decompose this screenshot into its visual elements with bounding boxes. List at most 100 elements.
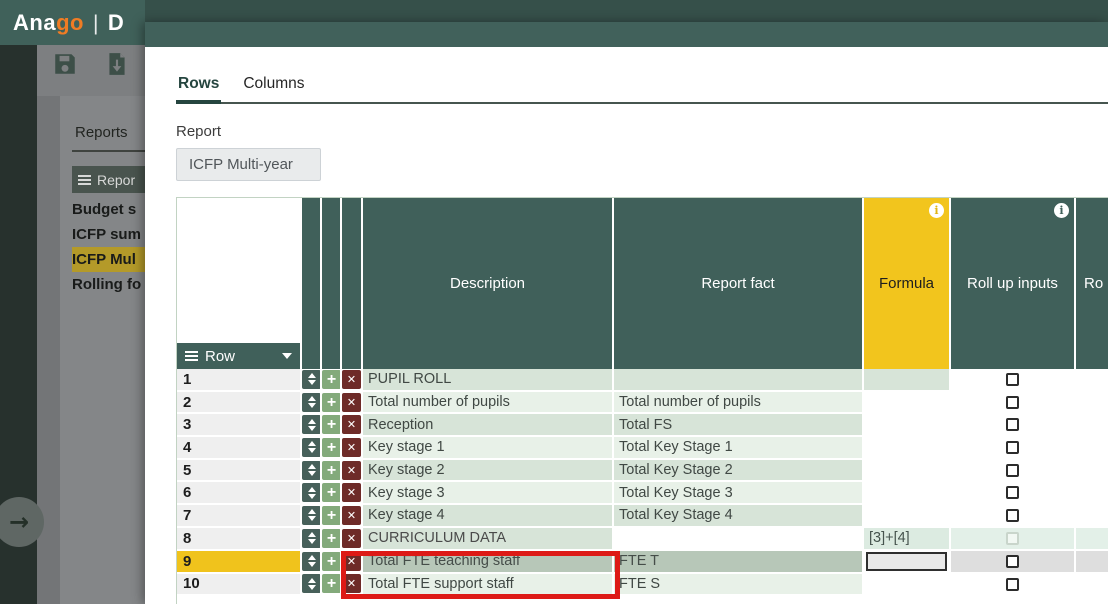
truncated-cell [1076, 574, 1108, 597]
description-cell[interactable]: Key stage 4 [363, 505, 614, 528]
formula-cell[interactable] [864, 574, 951, 597]
add-row-button[interactable]: + [322, 461, 341, 480]
add-row-button[interactable]: + [322, 393, 341, 412]
add-row-button[interactable]: + [322, 529, 341, 548]
delete-row-button[interactable]: ✕ [342, 370, 361, 389]
row-menu-button[interactable]: Row [177, 343, 300, 369]
add-row-button[interactable]: + [322, 438, 341, 457]
row-number-cell[interactable]: 3 [177, 414, 302, 437]
delete-row-button[interactable]: ✕ [342, 483, 361, 502]
report-fact-cell[interactable]: Total Key Stage 3 [614, 482, 864, 505]
add-row-button[interactable]: + [322, 370, 341, 389]
report-fact-cell[interactable]: Total number of pupils [614, 392, 864, 415]
formula-cell[interactable] [864, 369, 951, 392]
move-row-button[interactable] [302, 370, 321, 389]
add-row-button[interactable]: + [322, 574, 341, 593]
row-number-cell[interactable]: 9 [177, 551, 302, 574]
description-cell[interactable]: Total FTE teaching staff [363, 551, 614, 574]
delete-row-button[interactable]: ✕ [342, 552, 361, 571]
formula-cell[interactable] [864, 392, 951, 415]
formula-cell[interactable] [864, 460, 951, 483]
roll-up-inputs-column-header: Roll up inputs i [951, 198, 1076, 369]
description-cell[interactable]: CURRICULUM DATA [363, 528, 614, 551]
delete-row-button[interactable]: ✕ [342, 574, 361, 593]
info-icon[interactable]: i [929, 203, 944, 218]
report-fact-cell[interactable]: Total FS [614, 414, 864, 437]
move-row-button[interactable] [302, 529, 321, 548]
report-fact-cell[interactable]: FTE S [614, 574, 864, 597]
delete-column-header [342, 198, 363, 369]
row-number-cell[interactable]: 8 [177, 528, 302, 551]
sidebar-list-header[interactable]: Repor [72, 166, 145, 193]
roll-up-checkbox[interactable] [1006, 464, 1019, 477]
move-row-button[interactable] [302, 552, 321, 571]
roll-up-checkbox[interactable] [1006, 441, 1019, 454]
tab-rows[interactable]: Rows [176, 75, 221, 104]
tab-columns[interactable]: Columns [241, 75, 306, 102]
description-cell[interactable]: Key stage 1 [363, 437, 614, 460]
formula-cell[interactable] [864, 414, 951, 437]
row-number-cell[interactable]: 10 [177, 574, 302, 597]
move-row-button[interactable] [302, 574, 321, 593]
save-icon[interactable] [52, 51, 78, 77]
move-row-button[interactable] [302, 506, 321, 525]
row-number-cell[interactable]: 2 [177, 392, 302, 415]
roll-up-checkbox[interactable] [1006, 418, 1019, 431]
delete-row-button[interactable]: ✕ [342, 461, 361, 480]
formula-input[interactable] [866, 552, 947, 571]
add-row-button[interactable]: + [322, 415, 341, 434]
formula-cell[interactable] [864, 505, 951, 528]
report-fact-cell[interactable] [614, 528, 864, 551]
row-number-cell[interactable]: 6 [177, 482, 302, 505]
row-number-cell[interactable]: 7 [177, 505, 302, 528]
roll-up-checkbox[interactable] [1006, 509, 1019, 522]
formula-cell[interactable]: [3]+[4] [864, 528, 951, 551]
move-row-button[interactable] [302, 415, 321, 434]
move-row-button[interactable] [302, 461, 321, 480]
description-cell[interactable]: Reception [363, 414, 614, 437]
row-number-cell[interactable]: 1 [177, 369, 302, 392]
description-cell[interactable]: Key stage 3 [363, 482, 614, 505]
download-icon[interactable] [104, 51, 130, 77]
description-cell[interactable]: Total number of pupils [363, 392, 614, 415]
add-row-button[interactable]: + [322, 483, 341, 502]
move-row-button[interactable] [302, 393, 321, 412]
formula-cell[interactable] [864, 482, 951, 505]
sidebar-tab-reports[interactable]: Reports [75, 124, 128, 141]
report-fact-cell[interactable] [614, 369, 864, 392]
sidebar-item-icfp-multi-year[interactable]: ICFP Mul [72, 247, 145, 272]
report-fact-cell[interactable]: Total Key Stage 2 [614, 460, 864, 483]
roll-up-checkbox-disabled [1006, 532, 1019, 545]
toolbar [37, 45, 145, 96]
truncated-cell [1076, 551, 1108, 574]
report-fact-cell[interactable]: Total Key Stage 1 [614, 437, 864, 460]
report-input[interactable]: ICFP Multi-year [176, 148, 321, 181]
delete-row-button[interactable]: ✕ [342, 415, 361, 434]
report-fact-cell[interactable]: Total Key Stage 4 [614, 505, 864, 528]
formula-cell[interactable] [864, 437, 951, 460]
roll-up-checkbox[interactable] [1006, 486, 1019, 499]
add-row-button[interactable]: + [322, 506, 341, 525]
roll-up-checkbox[interactable] [1006, 578, 1019, 591]
row-number-cell[interactable]: 4 [177, 437, 302, 460]
delete-row-button[interactable]: ✕ [342, 529, 361, 548]
delete-row-button[interactable]: ✕ [342, 506, 361, 525]
move-row-button[interactable] [302, 483, 321, 502]
sidebar-item-icfp-summary[interactable]: ICFP sum [72, 222, 145, 247]
row-number-cell[interactable]: 5 [177, 460, 302, 483]
logo-text-go: go [56, 10, 84, 35]
report-fact-cell[interactable]: FTE T [614, 551, 864, 574]
delete-row-button[interactable]: ✕ [342, 393, 361, 412]
description-cell[interactable]: Key stage 2 [363, 460, 614, 483]
move-row-button[interactable] [302, 438, 321, 457]
add-row-button[interactable]: + [322, 552, 341, 571]
sidebar-item-budget-summary[interactable]: Budget s [72, 197, 145, 222]
description-cell[interactable]: Total FTE support staff [363, 574, 614, 597]
sidebar-item-rolling-forecast[interactable]: Rolling fo [72, 272, 145, 297]
description-cell[interactable]: PUPIL ROLL [363, 369, 614, 392]
roll-up-checkbox[interactable] [1006, 555, 1019, 568]
delete-row-button[interactable]: ✕ [342, 438, 361, 457]
info-icon[interactable]: i [1054, 203, 1069, 218]
roll-up-checkbox[interactable] [1006, 373, 1019, 386]
roll-up-checkbox[interactable] [1006, 396, 1019, 409]
